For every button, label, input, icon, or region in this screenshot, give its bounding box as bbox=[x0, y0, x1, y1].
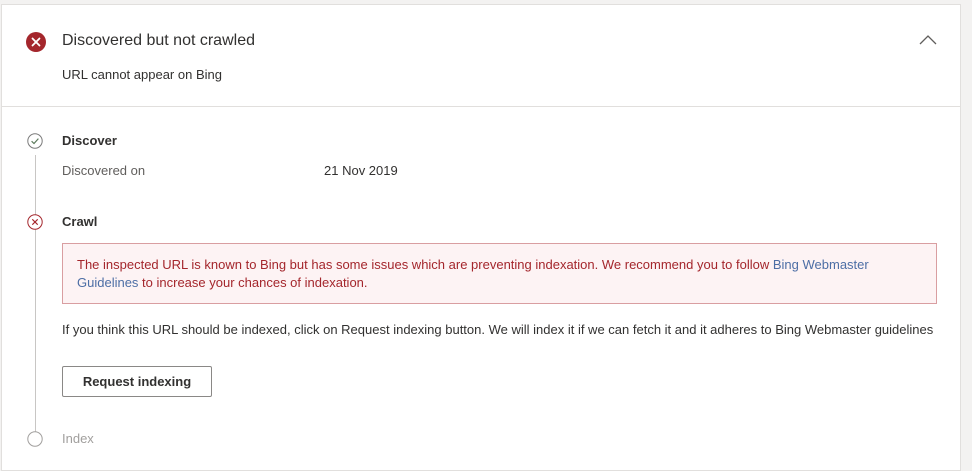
discovered-on-value: 21 Nov 2019 bbox=[324, 163, 398, 178]
timeline-connector bbox=[35, 155, 36, 435]
alert-text-end: to increase your chances of indexation. bbox=[138, 275, 368, 290]
step-title-discover: Discover bbox=[62, 133, 117, 148]
inspection-card: Discovered but not crawled URL cannot ap… bbox=[1, 4, 961, 471]
step-title-index: Index bbox=[62, 431, 94, 446]
request-indexing-note: If you think this URL should be indexed,… bbox=[62, 322, 934, 337]
crawl-error-alert: The inspected URL is known to Bing but h… bbox=[62, 243, 937, 304]
x-circle-icon bbox=[27, 214, 43, 230]
discovered-on-label: Discovered on bbox=[62, 163, 146, 178]
error-circle-icon bbox=[26, 32, 46, 52]
alert-text: The inspected URL is known to Bing but h… bbox=[77, 257, 773, 272]
status-subtitle: URL cannot appear on Bing bbox=[62, 67, 222, 82]
check-circle-icon bbox=[27, 133, 43, 149]
chevron-up-icon[interactable] bbox=[918, 32, 938, 48]
status-header: Discovered but not crawled URL cannot ap… bbox=[2, 5, 960, 107]
empty-circle-icon bbox=[27, 431, 43, 447]
request-indexing-button[interactable]: Request indexing bbox=[62, 366, 212, 397]
status-title: Discovered but not crawled bbox=[62, 32, 255, 49]
step-title-crawl: Crawl bbox=[62, 214, 98, 229]
